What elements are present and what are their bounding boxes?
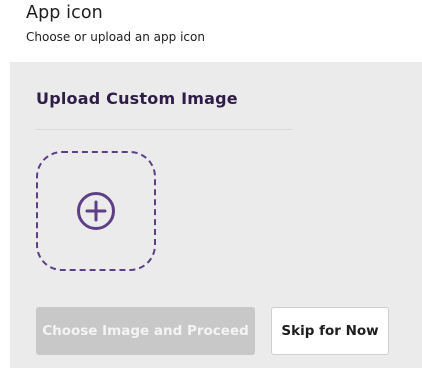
section-title: Upload Custom Image xyxy=(36,89,238,108)
plus-circle-icon[interactable] xyxy=(76,191,116,231)
upload-panel: Upload Custom Image Choose Image and Pro… xyxy=(10,62,422,368)
skip-button[interactable]: Skip for Now xyxy=(271,307,389,355)
page-header: App icon Choose or upload an app icon xyxy=(0,0,422,62)
page-title: App icon xyxy=(26,3,103,23)
page-subtitle: Choose or upload an app icon xyxy=(26,30,205,44)
divider xyxy=(36,129,292,130)
image-dropzone[interactable] xyxy=(36,151,156,271)
choose-image-button[interactable]: Choose Image and Proceed xyxy=(36,307,255,355)
